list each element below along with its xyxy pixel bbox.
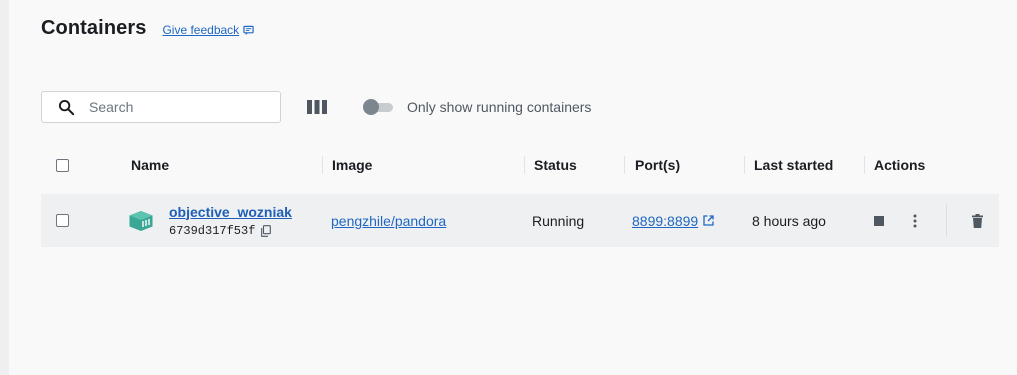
container-icon bbox=[129, 210, 153, 231]
search-box[interactable] bbox=[41, 91, 281, 123]
more-vert-icon bbox=[913, 214, 917, 227]
toggle-knob bbox=[363, 99, 379, 115]
column-divider[interactable] bbox=[744, 156, 745, 174]
copy-icon[interactable] bbox=[261, 224, 272, 237]
page-header: Containers Give feedback bbox=[41, 17, 254, 45]
image-link[interactable]: pengzhile/pandora bbox=[331, 213, 446, 229]
image-cell: pengzhile/pandora bbox=[331, 194, 446, 247]
column-header-last-started[interactable]: Last started bbox=[754, 145, 833, 185]
column-header-status[interactable]: Status bbox=[534, 145, 577, 185]
column-divider[interactable] bbox=[322, 156, 323, 174]
left-rail bbox=[0, 0, 9, 375]
container-icon-cell bbox=[128, 194, 154, 247]
column-header-ports[interactable]: Port(s) bbox=[635, 145, 680, 185]
columns-toggle-button[interactable] bbox=[306, 96, 328, 118]
port-link[interactable]: 8899:8899 bbox=[632, 213, 698, 229]
select-all-cell bbox=[56, 145, 69, 185]
row-select-cell bbox=[56, 194, 69, 247]
column-header-name[interactable]: Name bbox=[131, 145, 169, 185]
running-only-label: Only show running containers bbox=[407, 99, 592, 115]
columns-icon bbox=[307, 100, 327, 114]
containers-table: Name Image Status Port(s) Last started A… bbox=[41, 145, 999, 247]
actions-divider bbox=[946, 204, 947, 237]
column-divider[interactable] bbox=[624, 156, 625, 174]
feedback-chat-icon bbox=[243, 25, 254, 35]
column-header-image[interactable]: Image bbox=[332, 145, 372, 185]
search-input[interactable] bbox=[89, 99, 259, 115]
more-actions-button[interactable] bbox=[905, 194, 925, 247]
ports-cell: 8899:8899 bbox=[632, 194, 714, 247]
delete-button[interactable] bbox=[967, 194, 987, 247]
row-checkbox[interactable] bbox=[56, 214, 69, 227]
last-started-cell: 8 hours ago bbox=[752, 194, 826, 247]
column-divider[interactable] bbox=[864, 156, 865, 174]
container-name-link[interactable]: objective_wozniak bbox=[169, 204, 292, 220]
stop-button[interactable] bbox=[869, 194, 889, 247]
last-started-text: 8 hours ago bbox=[752, 212, 826, 229]
select-all-checkbox[interactable] bbox=[56, 158, 69, 172]
trash-icon bbox=[971, 213, 983, 228]
table-header: Name Image Status Port(s) Last started A… bbox=[41, 145, 999, 185]
table-row[interactable]: objective_wozniak 6739d317f53f pengzhile… bbox=[41, 194, 999, 247]
stop-icon bbox=[874, 215, 884, 226]
search-icon bbox=[58, 99, 75, 115]
status-cell: Running bbox=[532, 194, 584, 247]
give-feedback-link[interactable]: Give feedback bbox=[162, 23, 254, 37]
container-id-text: 6739d317f53f bbox=[169, 223, 256, 238]
page-title: Containers bbox=[41, 17, 147, 39]
container-name-cell: objective_wozniak 6739d317f53f bbox=[169, 194, 292, 247]
toolbar: Only show running containers bbox=[41, 91, 591, 123]
running-only-toggle[interactable] bbox=[363, 99, 395, 115]
status-text: Running bbox=[532, 212, 585, 229]
column-divider[interactable] bbox=[524, 156, 525, 174]
column-header-actions: Actions bbox=[874, 157, 926, 173]
container-id: 6739d317f53f bbox=[169, 223, 272, 238]
give-feedback-label: Give feedback bbox=[162, 23, 240, 37]
external-link-icon[interactable] bbox=[703, 215, 714, 226]
